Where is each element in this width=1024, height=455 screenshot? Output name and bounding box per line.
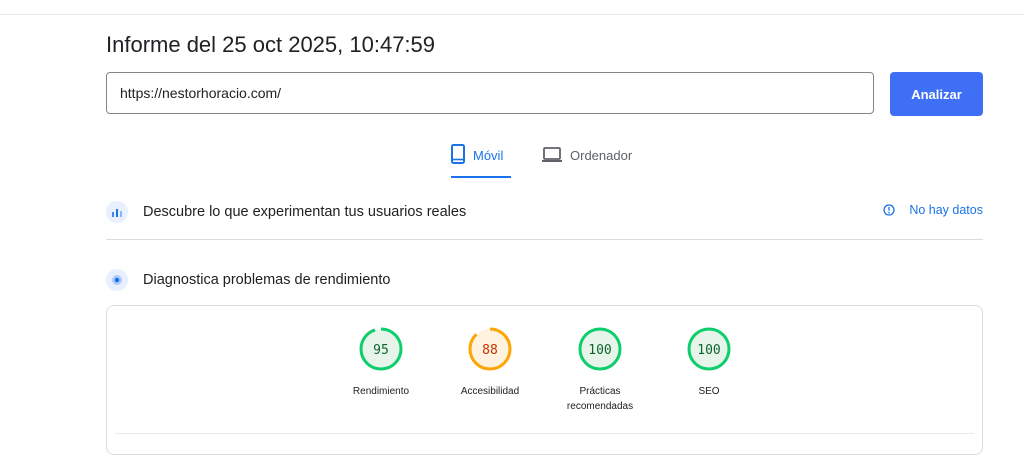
users-chart-icon [106, 201, 128, 223]
lab-section: Diagnostica problemas de rendimiento [106, 268, 983, 292]
gauge-seo[interactable]: 100 SEO [659, 327, 759, 399]
diagnostics-icon [106, 269, 128, 291]
gauge-label: Rendimiento [352, 386, 410, 397]
tab-desktop-label: Ordenador [570, 148, 633, 163]
top-divider [0, 14, 1024, 15]
score-value: 100 [588, 343, 611, 358]
tab-mobile[interactable]: Móvil [451, 144, 511, 178]
score-ring: 100 [578, 327, 622, 371]
score-ring: 100 [687, 327, 731, 371]
gauge-label: SEO [698, 386, 720, 397]
score-value: 100 [697, 343, 720, 358]
tab-selected-indicator [451, 176, 511, 178]
score-value: 88 [482, 343, 498, 358]
report-title: Informe del 25 oct 2025, 10:47:59 [106, 32, 436, 57]
score-value: 95 [373, 343, 389, 358]
section-divider [106, 239, 983, 240]
score-ring: 88 [468, 327, 512, 371]
no-data-text: No hay datos [909, 203, 983, 217]
gauge-best-practices[interactable]: 100 Prácticas recomendadas [550, 327, 650, 414]
gauge-label: Prácticas recomendadas [566, 386, 634, 412]
lab-title: Diagnostica problemas de rendimiento [143, 272, 391, 288]
score-ring: 95 [359, 327, 403, 371]
smartphone-icon [451, 144, 465, 164]
laptop-icon [542, 147, 562, 162]
crux-title: Descubre lo que experimentan tus usuario… [143, 204, 467, 220]
card-divider [115, 433, 974, 434]
gauge-performance[interactable]: 95 Rendimiento [331, 327, 431, 399]
analyze-button[interactable]: Analizar [890, 72, 983, 116]
no-data-indicator: No hay datos [883, 203, 983, 217]
url-input[interactable] [106, 72, 874, 114]
gauge-accessibility[interactable]: 88 Accesibilidad [440, 327, 540, 399]
tab-desktop[interactable]: Ordenador [542, 144, 632, 178]
scores-card: 95 Rendimiento 88 Accesibilidad 100 Prác… [106, 305, 983, 455]
tab-mobile-label: Móvil [473, 148, 504, 163]
crux-section: Descubre lo que experimentan tus usuario… [106, 200, 983, 224]
gauge-label: Accesibilidad [460, 386, 520, 397]
info-icon [883, 204, 895, 216]
